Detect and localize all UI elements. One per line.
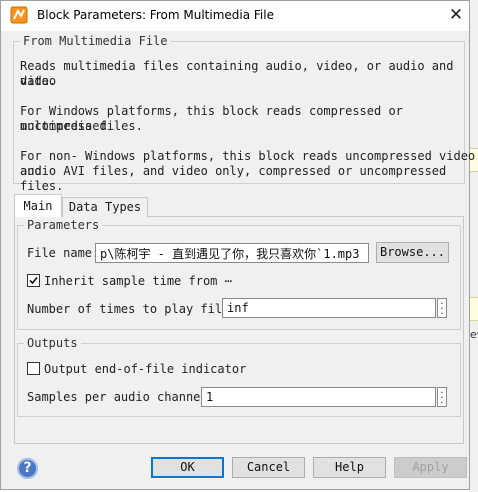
close-icon[interactable]: ✕ [444, 3, 468, 27]
description-legend: From Multimedia File [23, 34, 168, 48]
window-title: Block Parameters: From Multimedia File [37, 8, 274, 22]
background-text: ev [470, 328, 478, 341]
samples-per-channel-label: Samples per audio channel: [27, 390, 215, 404]
num-plays-label: Number of times to play file: [27, 302, 237, 316]
description-text: multimedia files. [20, 119, 143, 133]
help-icon[interactable]: ? [17, 458, 38, 479]
num-plays-menu-icon[interactable]: · · · [437, 298, 447, 320]
num-plays-field[interactable] [222, 298, 436, 318]
background-highlight [470, 297, 478, 321]
output-eof-checkbox[interactable] [27, 362, 40, 375]
simulink-app-icon [10, 6, 28, 24]
file-name-field[interactable] [95, 243, 369, 263]
file-name-label: File name: [27, 246, 100, 260]
help-button[interactable]: Help [313, 457, 386, 478]
description-text: audio AVI files, and video only, compres… [20, 164, 447, 193]
browse-button[interactable]: Browse... [376, 242, 449, 263]
samples-menu-icon[interactable]: · · · [437, 387, 447, 409]
samples-per-channel-field[interactable] [201, 387, 436, 407]
ok-button[interactable]: OK [151, 457, 224, 478]
output-eof-label: Output end-of-file indicator [44, 362, 247, 376]
apply-button[interactable]: Apply [394, 457, 467, 478]
inherit-sample-time-label: Inherit sample time from ⋯ [44, 274, 232, 288]
tab-data-types[interactable]: Data Types [62, 197, 148, 217]
inherit-sample-time-checkbox[interactable] [27, 274, 40, 287]
outputs-legend: Outputs [27, 336, 78, 350]
checkmark-icon [29, 276, 38, 285]
description-text: Reads multimedia files containing audio,… [20, 59, 454, 88]
tab-main[interactable]: Main [14, 194, 62, 217]
parameters-legend: Parameters [27, 218, 100, 232]
cancel-button[interactable]: Cancel [232, 457, 305, 478]
description-text: data. [20, 74, 57, 88]
